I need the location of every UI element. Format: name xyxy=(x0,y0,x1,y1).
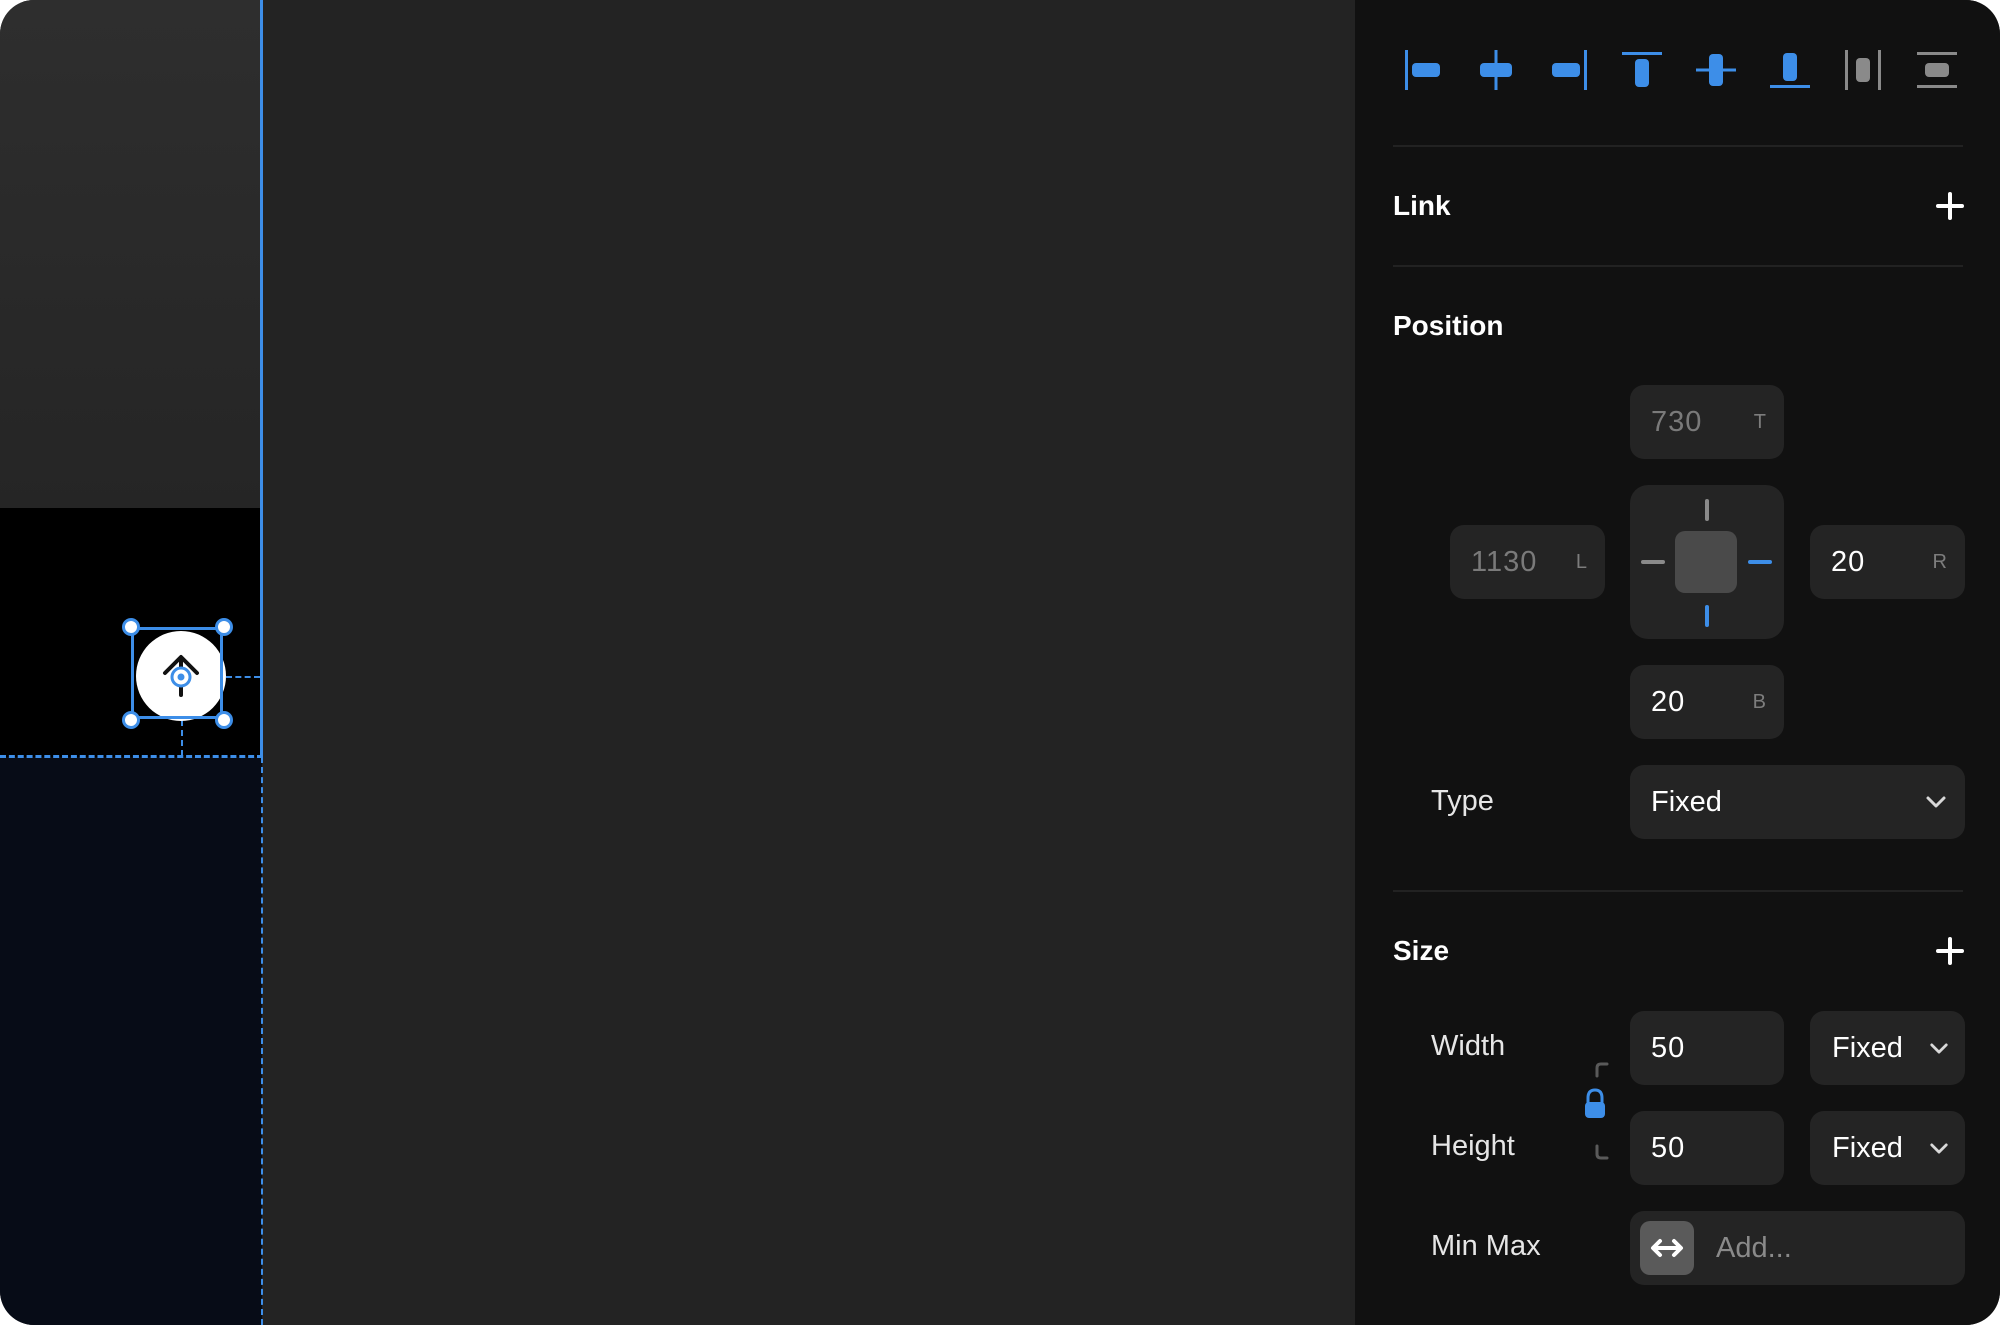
frame-boundary-guide xyxy=(260,0,263,757)
divider xyxy=(1393,265,1963,267)
frame-upper-section xyxy=(0,0,262,508)
min-max-toggle-button[interactable] xyxy=(1640,1221,1694,1275)
height-label: Height xyxy=(1431,1130,1515,1162)
position-top-value: 730 xyxy=(1651,405,1703,438)
add-link-button[interactable] xyxy=(1936,192,1964,220)
position-right-field[interactable]: 20 R xyxy=(1810,525,1965,599)
resize-handle-bottom-left[interactable] xyxy=(122,711,140,729)
resize-handle-bottom-right[interactable] xyxy=(215,711,233,729)
width-mode-select[interactable]: Fixed xyxy=(1810,1011,1965,1085)
chevron-down-icon xyxy=(1930,1143,1948,1153)
position-right-side-label: R xyxy=(1932,550,1947,573)
distribute-vertical-button[interactable] xyxy=(1907,40,1967,100)
height-value: 50 xyxy=(1651,1131,1686,1164)
position-top-field[interactable]: 730 T xyxy=(1630,385,1784,459)
position-bottom-field[interactable]: 20 B xyxy=(1630,665,1784,739)
resize-handle-top-left[interactable] xyxy=(122,618,140,636)
align-bottom-icon xyxy=(1770,53,1810,88)
chevron-down-icon xyxy=(1930,1043,1948,1053)
position-type-label: Type xyxy=(1431,785,1494,817)
position-bottom-value: 20 xyxy=(1651,685,1686,718)
divider xyxy=(1393,890,1963,892)
app-window: Link Position 730 T 1130 L 20 R 20 B Typ… xyxy=(0,0,2000,1325)
width-input[interactable]: 50 xyxy=(1630,1011,1784,1085)
resize-handle-top-right[interactable] xyxy=(215,618,233,636)
distribute-horizontal-icon xyxy=(1845,50,1881,90)
height-input[interactable]: 50 xyxy=(1630,1111,1784,1185)
lock-icon xyxy=(1585,1062,1609,1160)
position-type-value: Fixed xyxy=(1651,785,1722,818)
width-mode-value: Fixed xyxy=(1832,1031,1903,1064)
align-horizontal-center-button[interactable] xyxy=(1466,40,1526,100)
position-top-side-label: T xyxy=(1753,410,1766,433)
frame-boundary-dashed-guide xyxy=(261,757,263,1325)
min-max-placeholder: Add... xyxy=(1716,1231,1792,1264)
aspect-ratio-lock[interactable] xyxy=(1580,1058,1610,1164)
alignment-toolbar xyxy=(1355,40,2000,100)
pin-center-square xyxy=(1675,531,1737,593)
height-mode-select[interactable]: Fixed xyxy=(1810,1111,1965,1185)
position-right-value: 20 xyxy=(1831,545,1866,578)
align-right-icon xyxy=(1552,50,1587,90)
position-left-side-label: L xyxy=(1575,550,1587,573)
min-max-label: Min Max xyxy=(1431,1230,1541,1262)
position-bottom-side-label: B xyxy=(1752,690,1766,713)
width-label: Width xyxy=(1431,1030,1506,1062)
pin-bottom-toggle[interactable] xyxy=(1705,605,1709,627)
width-value: 50 xyxy=(1651,1031,1686,1064)
link-section-title: Link xyxy=(1393,190,1451,221)
properties-panel: Link Position 730 T 1130 L 20 R 20 B Typ… xyxy=(1355,0,2000,1325)
align-top-button[interactable] xyxy=(1612,40,1672,100)
viewport-bottom-guide xyxy=(0,755,263,758)
chevron-down-icon xyxy=(1926,796,1946,808)
position-type-select[interactable]: Fixed xyxy=(1630,765,1965,839)
align-left-button[interactable] xyxy=(1393,40,1453,100)
align-bottom-button[interactable] xyxy=(1760,40,1820,100)
pin-constraints-widget xyxy=(1630,485,1784,639)
horizontal-arrows-icon xyxy=(1651,1239,1683,1257)
distribute-vertical-icon xyxy=(1917,52,1957,88)
distribute-horizontal-button[interactable] xyxy=(1833,40,1893,100)
position-left-value: 1130 xyxy=(1471,545,1538,578)
divider xyxy=(1393,145,1963,147)
align-right-button[interactable] xyxy=(1539,40,1599,100)
align-top-icon xyxy=(1622,52,1662,87)
pin-right-toggle[interactable] xyxy=(1748,560,1772,564)
add-size-button[interactable] xyxy=(1936,937,1964,965)
position-section-title: Position xyxy=(1393,310,1504,341)
align-vertical-center-button[interactable] xyxy=(1686,40,1746,100)
right-distance-guide xyxy=(226,676,260,678)
pin-left-toggle[interactable] xyxy=(1641,560,1665,564)
size-section-title: Size xyxy=(1393,935,1450,966)
pin-top-toggle[interactable] xyxy=(1705,499,1709,521)
height-mode-value: Fixed xyxy=(1832,1131,1903,1164)
align-vertical-center-icon xyxy=(1696,54,1736,86)
bottom-distance-guide xyxy=(181,720,183,756)
min-max-add-field[interactable]: Add... xyxy=(1630,1211,1965,1285)
frame-footer-section xyxy=(0,757,262,1325)
position-left-field[interactable]: 1130 L xyxy=(1450,525,1605,599)
selection-outline xyxy=(131,627,223,719)
align-horizontal-center-icon xyxy=(1480,50,1512,90)
align-left-icon xyxy=(1405,50,1440,90)
